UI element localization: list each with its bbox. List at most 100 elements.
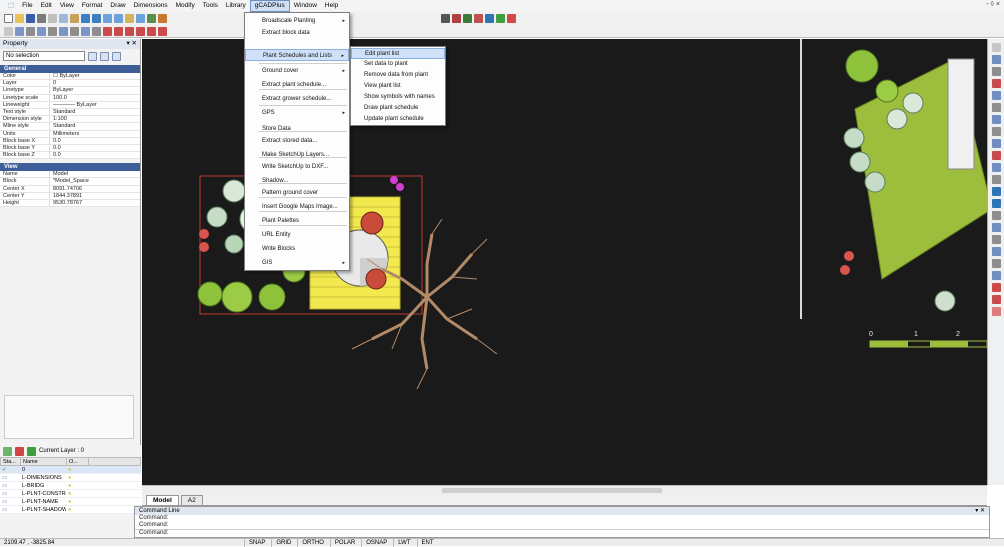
layer-status-icon[interactable]: ▭ <box>0 498 20 505</box>
property-value[interactable]: 1844.37891 <box>50 193 82 199</box>
tab-a2[interactable]: A2 <box>180 495 203 505</box>
property-value[interactable]: 0 <box>50 80 56 86</box>
chamfer-icon[interactable] <box>991 187 1001 196</box>
distance-icon[interactable] <box>991 247 1001 256</box>
schedule-icon[interactable] <box>507 14 516 23</box>
layer-status-icon[interactable]: ▭ <box>0 482 20 489</box>
copy-icon[interactable] <box>59 14 68 23</box>
command-panel-close-icon[interactable]: ▾ ✕ <box>975 507 985 515</box>
property-value[interactable]: Model <box>50 171 68 177</box>
general-property-row[interactable]: Layer 0 <box>0 80 140 88</box>
save-icon[interactable] <box>26 14 35 23</box>
zoom-extents-icon[interactable] <box>136 14 145 23</box>
plant-submenu-item[interactable]: View plant list <box>351 81 445 92</box>
stretch-icon[interactable] <box>991 139 1001 148</box>
pan-icon[interactable] <box>125 14 134 23</box>
general-property-row[interactable]: Linetype scale 100.0 <box>0 94 140 102</box>
property-value[interactable]: ByLayer <box>50 87 73 93</box>
plant-submenu-item[interactable]: Remove data from plant <box>351 70 445 81</box>
general-property-row[interactable]: Dimension style 1:100 <box>0 116 140 124</box>
general-property-row[interactable]: Text style Standard <box>0 108 140 117</box>
print-icon[interactable] <box>37 14 46 23</box>
view-property-row[interactable]: Name Model <box>0 171 140 179</box>
view-property-row[interactable]: Height 9530.78767 <box>0 200 140 208</box>
view-property-row[interactable]: Block *Model_Space <box>0 178 140 186</box>
paste-icon[interactable] <box>70 14 79 23</box>
erase-icon[interactable] <box>991 43 1001 52</box>
col-on[interactable]: O... <box>67 458 89 465</box>
set-current-icon[interactable] <box>27 446 36 456</box>
menu-modify[interactable]: Modify <box>172 0 199 12</box>
grid-icon[interactable] <box>158 26 167 36</box>
property-value[interactable]: ———— ByLayer <box>50 102 97 108</box>
layer-on-bulb-icon[interactable]: ● <box>66 482 88 489</box>
extend-icon[interactable] <box>991 163 1001 172</box>
property-value[interactable]: 9530.78767 <box>50 200 82 206</box>
general-property-row[interactable]: Block base X 0.0 <box>0 137 140 145</box>
selection-dropdown[interactable]: No selection <box>3 51 85 61</box>
gcad-menu-item[interactable]: Store Data <box>245 123 349 135</box>
view-section-header[interactable]: View <box>0 163 140 172</box>
rectangle-icon[interactable] <box>48 26 57 36</box>
id-point-icon[interactable] <box>991 283 1001 292</box>
text-icon[interactable] <box>103 26 112 36</box>
view-property-row[interactable]: Center X 8091.74706 <box>0 185 140 193</box>
open-icon[interactable] <box>15 14 24 23</box>
layer-row[interactable]: ▭ L-DIMENSIONS ● <box>0 474 141 482</box>
general-property-row[interactable]: Units Millimeters <box>0 130 140 138</box>
gcad-menu-item[interactable]: Write SketchUp to DXF... <box>245 161 349 173</box>
layer-on-bulb-icon[interactable]: ● <box>66 474 88 481</box>
hatch-icon[interactable] <box>452 14 461 23</box>
fillet-icon[interactable] <box>991 199 1001 208</box>
tab-model[interactable]: Model <box>146 495 179 505</box>
properties-icon[interactable] <box>147 14 156 23</box>
general-property-row[interactable]: Mline style Standard <box>0 123 140 131</box>
general-property-row[interactable]: Lineweight ———— ByLayer <box>0 101 140 109</box>
scale-icon[interactable] <box>991 127 1001 136</box>
gcad-menu-item[interactable]: Make SketchUp Layers... <box>245 149 349 161</box>
table-icon[interactable] <box>136 26 145 36</box>
layer-status-icon[interactable]: ▭ <box>0 506 20 513</box>
property-value[interactable]: ☐ ByLayer <box>50 73 80 79</box>
property-value[interactable]: 0.0 <box>50 138 61 144</box>
pause-icon[interactable] <box>441 14 450 23</box>
copy-object-icon[interactable] <box>991 55 1001 64</box>
layer-row[interactable]: ▭ L-PLNT-SHADOW ● <box>0 506 141 514</box>
general-property-row[interactable]: Block base Z 0.0 <box>0 152 140 160</box>
horizontal-scrollbar[interactable] <box>142 485 987 495</box>
zoom-icon[interactable] <box>103 14 112 23</box>
image-icon[interactable] <box>147 26 156 36</box>
general-property-row[interactable]: Block base Y 0.0 <box>0 144 140 153</box>
layer-on-bulb-icon[interactable]: ● <box>66 506 88 513</box>
app-icon[interactable]: ⬚ <box>4 0 18 12</box>
menu-format[interactable]: Format <box>78 0 107 12</box>
current-layer-check-icon[interactable]: ✓ <box>0 466 20 473</box>
col-status[interactable]: Sta... <box>1 458 21 465</box>
undo-icon[interactable] <box>81 14 90 23</box>
move-icon[interactable] <box>991 103 1001 112</box>
gcad-menu-item[interactable]: Ground cover ▸ <box>245 65 349 77</box>
gcad-menu-item[interactable]: Plant Palettes <box>245 215 349 227</box>
break-icon[interactable] <box>991 175 1001 184</box>
col-name[interactable]: Name <box>21 458 67 465</box>
layers-icon[interactable] <box>158 14 167 23</box>
cut-icon[interactable] <box>48 14 57 23</box>
layer-row[interactable]: ▭ L-PLNT-CONSTR ● <box>0 490 141 498</box>
general-section-header[interactable]: General <box>0 65 140 73</box>
layer-row[interactable]: ▭ L-PLNT-NAME ● <box>0 498 141 506</box>
menu-file[interactable]: File <box>18 0 36 12</box>
point-icon[interactable] <box>92 26 101 36</box>
new-icon[interactable] <box>4 14 13 23</box>
gcad-menu-item[interactable]: Plant Schedules and Lists ▸ <box>245 49 349 61</box>
property-value[interactable]: 8091.74706 <box>50 186 82 192</box>
delete-layer-icon[interactable] <box>15 446 24 456</box>
menu-tools[interactable]: Tools <box>199 0 222 12</box>
property-value[interactable]: Millimeters <box>50 131 79 137</box>
zoom-window-icon[interactable] <box>114 14 123 23</box>
menu-library[interactable]: Library <box>222 0 250 12</box>
gcad-menu-item[interactable]: Shadow... <box>245 175 349 187</box>
layer-row[interactable]: ✓ 0 ● <box>0 466 141 474</box>
gcad-menu-item[interactable]: Extract block data <box>245 27 349 39</box>
property-value[interactable]: 0.0 <box>50 152 61 158</box>
gcad-menu-item[interactable]: Broadscale Planting ▸ <box>245 15 349 27</box>
